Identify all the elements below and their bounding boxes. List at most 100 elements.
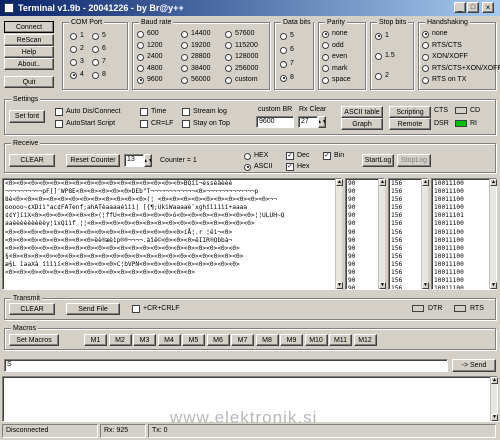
stop-bits-radio-1.5[interactable]: 1.5: [375, 52, 395, 60]
scroll-up-icon[interactable]: ▲: [379, 179, 386, 186]
scroll-down-icon[interactable]: ▼: [491, 414, 498, 421]
rescan-button[interactable]: ReScan: [4, 34, 54, 46]
baud-radio-28800[interactable]: 28800: [181, 53, 210, 61]
handshaking-radio-0[interactable]: none: [422, 30, 448, 38]
auto-dis-connect-checkbox[interactable]: Auto Dis/Connect: [55, 108, 120, 116]
scripting-button[interactable]: Scripting: [389, 106, 431, 118]
handshaking-radio-3[interactable]: RTS/CTS+XON/XOFF: [422, 65, 500, 73]
baud-radio-1200[interactable]: 1200: [137, 42, 163, 50]
scroll-down-icon[interactable]: ▼: [422, 282, 429, 289]
com-port-radio-7[interactable]: 7: [92, 58, 106, 66]
macro-button-m1[interactable]: M1: [84, 334, 107, 346]
macro-button-m2[interactable]: M2: [108, 334, 132, 346]
baud-radio-19200[interactable]: 19200: [181, 42, 210, 50]
hex-scrollbar[interactable]: ▲ ▼: [421, 179, 429, 289]
dec-scrollbar[interactable]: ▲ ▼: [378, 179, 386, 289]
scroll-down-icon[interactable]: ▼: [379, 282, 386, 289]
close-icon[interactable]: ×: [482, 2, 494, 13]
custom-br-input[interactable]: 9600: [256, 116, 294, 128]
parity-radio-odd[interactable]: odd: [322, 42, 344, 50]
com-port-radio-6[interactable]: 6: [92, 45, 106, 53]
baud-radio-128000[interactable]: 128000: [225, 53, 258, 61]
stream-log-checkbox[interactable]: Stream log: [182, 108, 227, 116]
maximize-button[interactable]: □: [467, 2, 479, 13]
crlf-send-checkbox[interactable]: +CR+CRLF: [132, 305, 180, 313]
baud-radio-115200[interactable]: 115200: [225, 42, 258, 50]
ascii-table-button[interactable]: ASCII table: [341, 106, 383, 118]
com-port-radio-3[interactable]: 3: [70, 58, 84, 66]
data-bits-radio-6[interactable]: 6: [280, 46, 294, 54]
quit-button[interactable]: Quit: [4, 76, 54, 88]
hex-radio[interactable]: HEX: [244, 152, 268, 160]
bin-scrollbar[interactable]: ▲ ▼: [489, 179, 497, 289]
macro-button-m7[interactable]: M7: [231, 334, 254, 346]
graph-button[interactable]: Graph: [341, 118, 383, 130]
send-input[interactable]: S: [4, 359, 448, 372]
macro-button-m3[interactable]: M3: [133, 334, 156, 346]
rx-clear-input[interactable]: 27: [298, 116, 318, 128]
data-bits-radio-5[interactable]: 5: [280, 32, 294, 40]
com-port-radio-2[interactable]: 2: [70, 45, 84, 53]
minimize-button[interactable]: _: [454, 2, 466, 13]
baud-radio-14400[interactable]: 14400: [181, 30, 210, 38]
stop-bits-radio-1[interactable]: 1: [375, 32, 389, 40]
scroll-up-icon[interactable]: ▲: [491, 377, 498, 384]
macro-button-m5[interactable]: M5: [182, 334, 205, 346]
ascii-scrollbar[interactable]: ▲ ▼: [335, 179, 343, 289]
bin-checkbox[interactable]: ✓ Bin: [323, 152, 344, 160]
start-log-button[interactable]: StartLog: [362, 154, 394, 167]
baud-radio-2400[interactable]: 2400: [137, 53, 163, 61]
stop-bits-radio-2[interactable]: 2: [375, 72, 389, 80]
reset-counter-button[interactable]: Reset Counter: [66, 154, 120, 167]
scroll-down-icon[interactable]: ▼: [336, 282, 343, 289]
scroll-down-icon[interactable]: ▼: [490, 282, 497, 289]
receive-clear-button[interactable]: CLEAR: [9, 154, 55, 167]
baud-radio-256000[interactable]: 256000: [225, 65, 258, 73]
receive-ascii-pane[interactable]: <0><0><0><0><0><0><0><0><0><0><0><0><0><…: [2, 178, 342, 290]
parity-radio-none[interactable]: none: [322, 30, 348, 38]
data-bits-radio-8[interactable]: 8: [280, 74, 294, 82]
macro-button-m11[interactable]: M11: [329, 334, 352, 346]
counter-spinner[interactable]: ▲▼: [144, 154, 152, 167]
handshaking-radio-4[interactable]: RTS on TX: [422, 76, 466, 84]
com-port-radio-5[interactable]: 5: [92, 32, 106, 40]
send-file-button[interactable]: Send File: [66, 303, 120, 315]
stop-log-button[interactable]: StopLog: [397, 154, 431, 167]
macro-button-m4[interactable]: M4: [157, 334, 181, 346]
receive-bin-pane[interactable]: 10011100 10011100 10011100 10011100 10011101…: [431, 178, 497, 290]
counter-spin-input[interactable]: 13: [124, 154, 144, 167]
macro-button-m9[interactable]: M9: [280, 334, 303, 346]
transmit-clear-button[interactable]: CLEAR: [9, 303, 55, 315]
handshaking-radio-1[interactable]: RTS/CTS: [422, 42, 462, 50]
baud-radio-56000[interactable]: 56000: [181, 76, 210, 84]
baud-radio-38400[interactable]: 38400: [181, 65, 210, 73]
baud-radio-600[interactable]: 600: [137, 30, 159, 38]
about-button[interactable]: About..: [4, 58, 54, 70]
scroll-up-icon[interactable]: ▲: [336, 179, 343, 186]
parity-radio-mark[interactable]: mark: [322, 65, 348, 73]
parity-radio-space[interactable]: space: [322, 76, 351, 84]
com-port-radio-8[interactable]: 8: [92, 71, 106, 79]
scroll-up-icon[interactable]: ▲: [490, 179, 497, 186]
parity-radio-even[interactable]: even: [322, 53, 347, 61]
send-button[interactable]: -> Send: [452, 359, 496, 372]
baud-radio-4800[interactable]: 4800: [137, 65, 163, 73]
rx-clear-spinner[interactable]: ▲▼: [318, 116, 326, 128]
macro-button-m8[interactable]: M8: [255, 334, 279, 346]
data-bits-radio-7[interactable]: 7: [280, 60, 294, 68]
com-port-radio-1[interactable]: 1: [70, 32, 84, 40]
macro-button-m6[interactable]: M6: [206, 334, 230, 346]
baud-radio-custom[interactable]: custom: [225, 76, 258, 84]
connect-button[interactable]: Connect: [4, 21, 54, 33]
macro-button-m10[interactable]: M10: [304, 334, 328, 346]
macro-button-m12[interactable]: M12: [353, 334, 377, 346]
set-font-button[interactable]: Set font: [9, 110, 45, 123]
handshaking-radio-2[interactable]: XON/XOFF: [422, 53, 468, 61]
baud-radio-9600[interactable]: 9600: [137, 76, 163, 84]
stay-on-top-checkbox[interactable]: Stay on Top: [182, 120, 230, 128]
com-port-radio-4[interactable]: 4: [70, 71, 84, 79]
autostart-script-checkbox[interactable]: AutoStart Script: [55, 120, 115, 128]
hex-checkbox[interactable]: ✓ Hex: [286, 163, 309, 171]
remote-button[interactable]: Remote: [389, 118, 431, 130]
crlf-checkbox[interactable]: CR=LF: [140, 120, 173, 128]
